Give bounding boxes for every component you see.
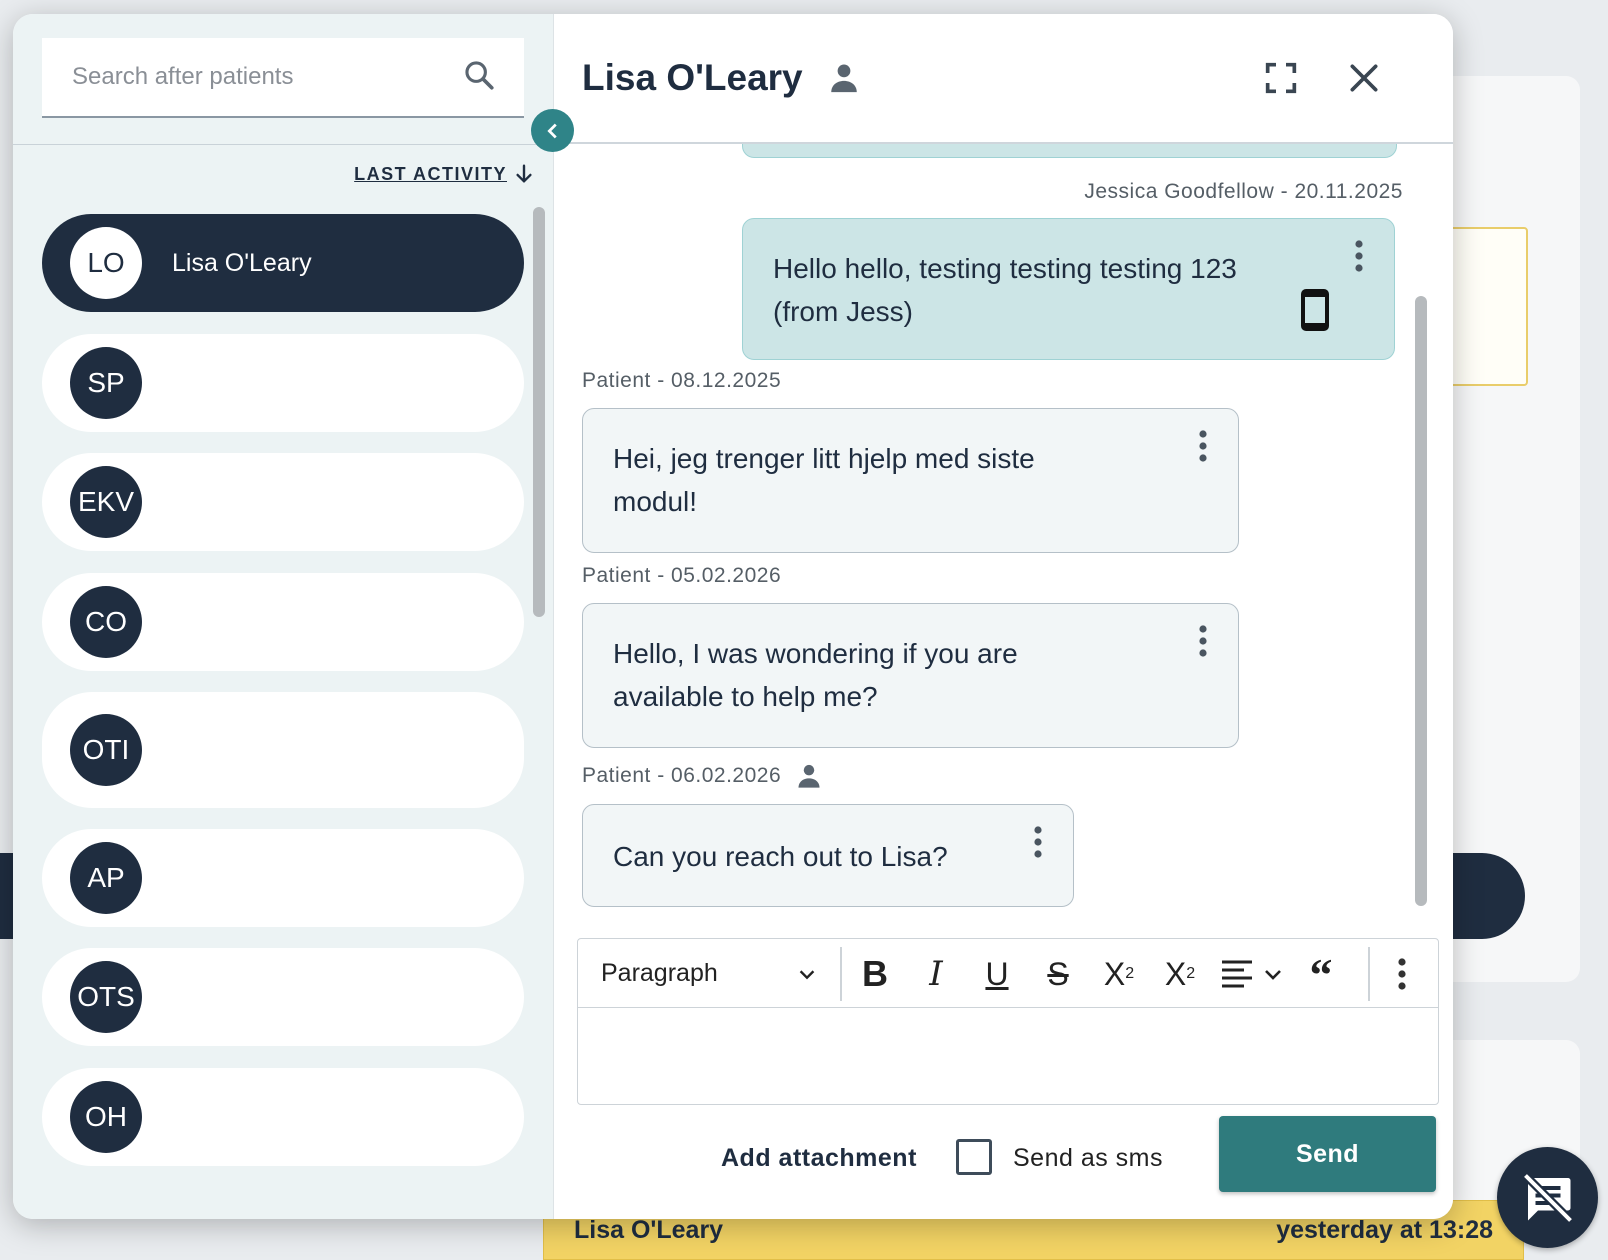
send-as-sms-checkbox[interactable] bbox=[956, 1139, 992, 1175]
avatar: SP bbox=[70, 347, 142, 419]
message-text: Hello, I was wondering if you are availa… bbox=[613, 638, 1018, 712]
toolbar-separator bbox=[840, 947, 842, 1001]
block-format-select[interactable]: Paragraph bbox=[601, 959, 815, 988]
blockquote-icon[interactable]: “ bbox=[1300, 949, 1342, 1000]
message-list: Jessica Goodfellow - 20.11.2025 Hello he… bbox=[554, 144, 1453, 934]
avatar: OTS bbox=[70, 961, 142, 1033]
message-bubble-incoming: Hei, jeg trenger litt hjelp med siste mo… bbox=[582, 408, 1239, 553]
message-meta: Jessica Goodfellow - 20.11.2025 bbox=[1084, 180, 1403, 203]
patient-list-item[interactable]: OTS bbox=[42, 948, 524, 1046]
message-meta: Patient - 05.02.2026 bbox=[582, 564, 782, 587]
fullscreen-icon[interactable] bbox=[1261, 58, 1301, 103]
underline-icon[interactable]: U bbox=[976, 953, 1018, 995]
editor-toolbar: Paragraph B I U S X2 X2 “ bbox=[578, 939, 1438, 1008]
message-bubble-incoming: Hello, I was wondering if you are availa… bbox=[582, 603, 1239, 748]
search-input[interactable] bbox=[70, 62, 462, 92]
search-icon[interactable] bbox=[462, 58, 496, 97]
message-text: Hei, jeg trenger litt hjelp med siste mo… bbox=[613, 443, 1035, 517]
more-vertical-icon[interactable] bbox=[1198, 624, 1208, 670]
avatar: EKV bbox=[70, 466, 142, 538]
person-icon[interactable] bbox=[827, 61, 861, 95]
send-button[interactable]: Send bbox=[1219, 1116, 1436, 1192]
patient-sidebar: LAST ACTIVITY LO Lisa O'Leary SP EKV CO OTI AP… bbox=[13, 14, 554, 1219]
conversation-title: Lisa O'Leary bbox=[582, 57, 803, 98]
message-text: Can you reach out to Lisa? bbox=[613, 841, 948, 872]
send-as-sms-label[interactable]: Send as sms bbox=[1013, 1144, 1163, 1173]
conversation-header: Lisa O'Leary bbox=[554, 14, 1453, 144]
avatar: OH bbox=[70, 1081, 142, 1153]
message-text: Hello hello, testing testing testing 123… bbox=[773, 253, 1237, 327]
more-vertical-icon[interactable] bbox=[1354, 239, 1364, 285]
background-yellow-card bbox=[1440, 227, 1528, 386]
arrow-down-icon bbox=[516, 164, 532, 183]
avatar: OTI bbox=[70, 714, 142, 786]
patient-list-item[interactable]: OTI bbox=[42, 692, 524, 808]
sort-toggle[interactable]: LAST ACTIVITY bbox=[354, 162, 535, 186]
add-attachment-link[interactable]: Add attachment bbox=[721, 1144, 917, 1173]
toolbar-separator bbox=[1368, 947, 1370, 1001]
patient-name: Lisa O'Leary bbox=[172, 248, 312, 277]
patient-list-item[interactable]: OH bbox=[42, 1068, 524, 1166]
previous-message-bubble bbox=[742, 144, 1397, 158]
subscript-icon[interactable]: X2 bbox=[1098, 953, 1140, 995]
close-icon[interactable] bbox=[1344, 58, 1384, 103]
patient-search bbox=[42, 38, 524, 118]
smartphone-icon bbox=[1301, 289, 1329, 343]
message-meta-text: Patient - 06.02.2026 bbox=[582, 764, 782, 787]
collapse-sidebar-button[interactable] bbox=[531, 109, 574, 152]
patient-list-scrollbar[interactable] bbox=[533, 207, 545, 617]
chat-modal: LAST ACTIVITY LO Lisa O'Leary SP EKV CO OTI AP… bbox=[13, 14, 1453, 1219]
sidebar-divider bbox=[13, 144, 553, 145]
chevron-down-icon bbox=[799, 970, 815, 980]
chat-fab-button[interactable] bbox=[1497, 1147, 1598, 1248]
italic-icon[interactable]: I bbox=[915, 953, 957, 995]
background-dark-strip bbox=[0, 853, 14, 939]
editor-text-area[interactable] bbox=[578, 1008, 1438, 1104]
avatar: AP bbox=[70, 842, 142, 914]
bold-icon[interactable]: B bbox=[854, 953, 896, 995]
message-bubble-outgoing: Hello hello, testing testing testing 123… bbox=[742, 218, 1395, 360]
person-icon bbox=[795, 762, 823, 790]
composer-footer: Add attachment Send as sms Send bbox=[554, 1114, 1453, 1194]
background-bar-name: Lisa O'Leary bbox=[574, 1215, 724, 1244]
patient-list-item[interactable]: EKV bbox=[42, 453, 524, 551]
more-vertical-icon[interactable] bbox=[1198, 429, 1208, 475]
more-vertical-icon[interactable] bbox=[1033, 825, 1043, 871]
message-list-scrollbar[interactable] bbox=[1415, 296, 1427, 906]
sort-label: LAST ACTIVITY bbox=[354, 163, 507, 184]
chevron-left-icon bbox=[546, 123, 557, 138]
message-editor: Paragraph B I U S X2 X2 “ bbox=[577, 938, 1439, 1105]
align-left-icon[interactable] bbox=[1220, 953, 1290, 995]
more-vertical-icon[interactable] bbox=[1381, 953, 1423, 995]
avatar: LO bbox=[70, 227, 142, 299]
patient-list-item[interactable]: CO bbox=[42, 573, 524, 671]
background-bar-time: yesterday at 13:28 bbox=[1276, 1215, 1493, 1244]
chat-off-icon bbox=[1521, 1171, 1574, 1224]
patient-list-item[interactable]: AP bbox=[42, 829, 524, 927]
block-format-label: Paragraph bbox=[601, 959, 718, 987]
superscript-icon[interactable]: X2 bbox=[1159, 953, 1201, 995]
patient-list-item[interactable]: LO Lisa O'Leary bbox=[42, 214, 524, 312]
message-bubble-incoming: Can you reach out to Lisa? bbox=[582, 804, 1074, 907]
patient-list-item[interactable]: SP bbox=[42, 334, 524, 432]
avatar: CO bbox=[70, 586, 142, 658]
message-meta: Patient - 08.12.2025 bbox=[582, 369, 782, 392]
conversation-panel: Lisa O'Leary Jessica Goodfellow - 20.11.… bbox=[554, 14, 1453, 1219]
message-meta: Patient - 06.02.2026 bbox=[582, 762, 823, 790]
strikethrough-icon[interactable]: S bbox=[1037, 953, 1079, 995]
